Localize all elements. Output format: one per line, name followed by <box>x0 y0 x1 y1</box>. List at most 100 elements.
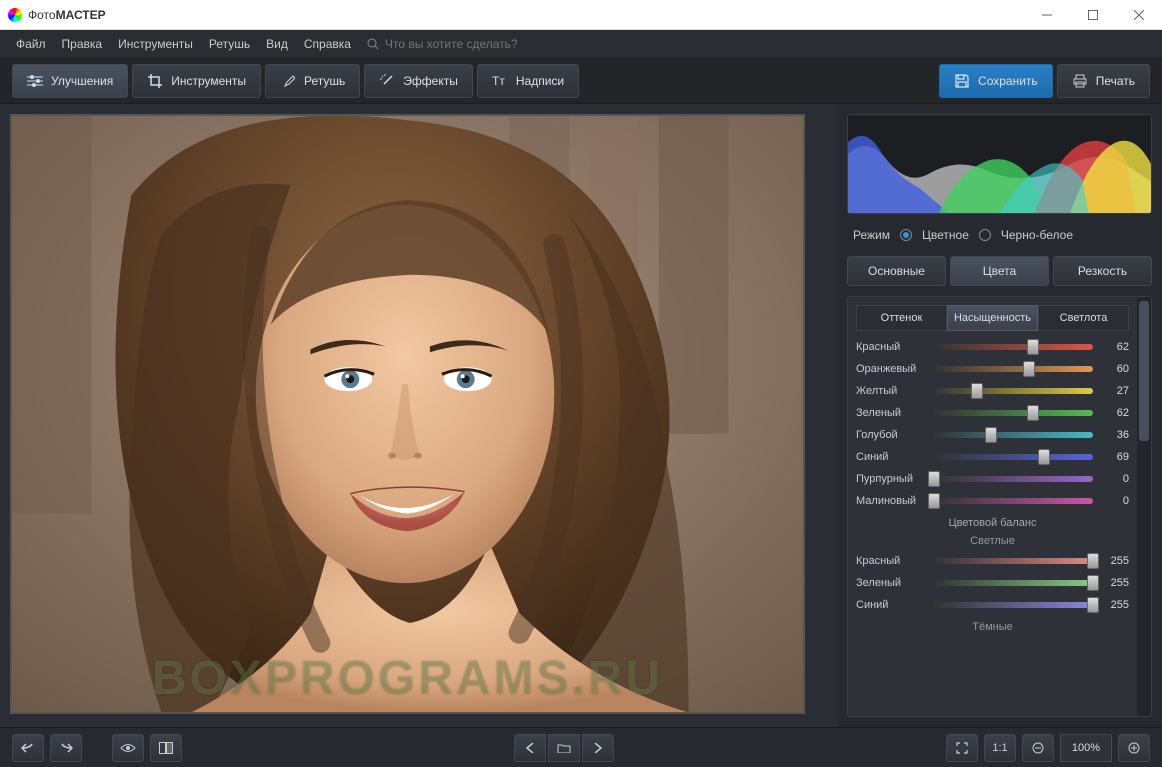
sat-slider-track-4[interactable] <box>934 432 1093 438</box>
tool-tab-4[interactable]: TтНадписи <box>477 64 579 98</box>
balance-header: Цветовой баланс <box>856 517 1129 529</box>
window-title: ФотоМАСТЕР <box>28 8 106 22</box>
prev-file-button[interactable] <box>514 734 546 762</box>
print-button[interactable]: Печать <box>1057 64 1150 98</box>
print-label: Печать <box>1096 74 1135 88</box>
sat-slider-row-0: Красный62 <box>856 341 1129 353</box>
menu-5[interactable]: Справка <box>296 33 359 55</box>
side-tab1-0[interactable]: Основные <box>847 256 946 286</box>
open-file-button[interactable] <box>548 734 580 762</box>
sat-slider-handle-1[interactable] <box>1023 361 1035 377</box>
bal-slider-track-0[interactable] <box>934 558 1093 564</box>
sat-slider-value-7: 0 <box>1101 495 1129 507</box>
sat-slider-handle-0[interactable] <box>1027 339 1039 355</box>
sat-slider-track-0[interactable] <box>934 344 1093 350</box>
tool-tab-2[interactable]: Ретушь <box>265 64 360 98</box>
sat-slider-handle-6[interactable] <box>928 471 940 487</box>
radio-bw-label[interactable]: Черно-белое <box>1001 228 1073 242</box>
sat-slider-value-1: 60 <box>1101 363 1129 375</box>
menu-4[interactable]: Вид <box>258 33 296 55</box>
sat-slider-row-7: Малиновый 0 <box>856 495 1129 507</box>
radio-bw[interactable] <box>979 229 991 241</box>
search-container <box>367 37 565 51</box>
menu-2[interactable]: Инструменты <box>110 33 201 55</box>
sat-slider-row-5: Синий69 <box>856 451 1129 463</box>
preview-toggle-button[interactable] <box>112 734 144 762</box>
sat-slider-label-7: Малиновый <box>856 495 926 507</box>
side-tab2-2[interactable]: Светлота <box>1038 305 1129 331</box>
mode-label: Режим <box>853 228 890 242</box>
close-button[interactable] <box>1116 0 1162 30</box>
sat-slider-track-3[interactable] <box>934 410 1093 416</box>
side-tab1-1[interactable]: Цвета <box>950 256 1049 286</box>
color-panel: ОттенокНасыщенностьСветлота Красный62 Ора… <box>847 296 1152 717</box>
wand-icon <box>379 73 395 89</box>
mode-row: Режим Цветное Черно-белое <box>847 224 1152 246</box>
workspace: BOXPROGRAMS.RU Режим Цветное Черно <box>0 104 1162 727</box>
zoom-in-button[interactable] <box>1118 734 1150 762</box>
window-titlebar: ФотоМАСТЕР <box>0 0 1162 30</box>
fit-screen-button[interactable] <box>946 734 978 762</box>
photo-preview[interactable]: BOXPROGRAMS.RU <box>10 114 805 714</box>
side-tabs-primary: ОсновныеЦветаРезкость <box>847 256 1152 286</box>
brush-icon <box>280 73 296 89</box>
print-icon <box>1072 73 1088 89</box>
maximize-button[interactable] <box>1070 0 1116 30</box>
histogram[interactable] <box>847 114 1152 214</box>
tool-tab-0[interactable]: Улучшения <box>12 64 128 98</box>
balance-dark-label: Тёмные <box>856 621 1129 633</box>
sat-slider-row-2: Желтый27 <box>856 385 1129 397</box>
radio-color-label[interactable]: Цветное <box>922 228 969 242</box>
sat-slider-handle-4[interactable] <box>985 427 997 443</box>
compare-button[interactable] <box>150 734 182 762</box>
sat-slider-track-7[interactable] <box>934 498 1093 504</box>
sat-slider-row-6: Пурпурный0 <box>856 473 1129 485</box>
side-tab2-1[interactable]: Насыщенность <box>947 305 1038 331</box>
sat-slider-value-2: 27 <box>1101 385 1129 397</box>
bal-slider-handle-1[interactable] <box>1087 575 1099 591</box>
main-toolbar: УлучшенияИнструментыРетушьЭффектыTтНадпи… <box>0 58 1162 104</box>
sat-slider-track-6[interactable] <box>934 476 1093 482</box>
side-tabs-secondary: ОттенокНасыщенностьСветлота <box>856 305 1129 331</box>
scrollbar-thumb[interactable] <box>1139 301 1149 441</box>
save-icon <box>954 73 970 89</box>
minimize-button[interactable] <box>1024 0 1070 30</box>
bal-slider-value-1: 255 <box>1101 577 1129 589</box>
save-label: Сохранить <box>978 74 1038 88</box>
sat-slider-label-4: Голубой <box>856 429 926 441</box>
canvas-area: BOXPROGRAMS.RU <box>0 104 837 727</box>
menu-3[interactable]: Ретушь <box>201 33 258 55</box>
side-tab1-2[interactable]: Резкость <box>1053 256 1152 286</box>
radio-color[interactable] <box>900 229 912 241</box>
menu-0[interactable]: Файл <box>8 33 54 55</box>
sat-slider-label-1: Оранжевый <box>856 363 926 375</box>
file-nav-group <box>514 734 614 762</box>
tool-tab-1[interactable]: Инструменты <box>132 64 261 98</box>
sat-slider-handle-7[interactable] <box>928 493 940 509</box>
bal-slider-handle-0[interactable] <box>1087 553 1099 569</box>
zoom-11-button[interactable]: 1:1 <box>984 734 1016 762</box>
side-tab2-0[interactable]: Оттенок <box>856 305 947 331</box>
save-button[interactable]: Сохранить <box>939 64 1053 98</box>
sat-slider-track-1[interactable] <box>934 366 1093 372</box>
bal-slider-handle-2[interactable] <box>1087 597 1099 613</box>
sat-slider-handle-3[interactable] <box>1027 405 1039 421</box>
bal-slider-label-2: Синий <box>856 599 926 611</box>
bal-slider-track-1[interactable] <box>934 580 1093 586</box>
sat-slider-track-5[interactable] <box>934 454 1093 460</box>
search-input[interactable] <box>385 37 565 51</box>
next-file-button[interactable] <box>582 734 614 762</box>
sat-slider-label-5: Синий <box>856 451 926 463</box>
panel-scrollbar[interactable] <box>1137 297 1151 716</box>
menu-1[interactable]: Правка <box>54 33 111 55</box>
sat-slider-track-2[interactable] <box>934 388 1093 394</box>
redo-button[interactable] <box>50 734 82 762</box>
sat-slider-label-6: Пурпурный <box>856 473 926 485</box>
tool-tab-3[interactable]: Эффекты <box>364 64 473 98</box>
bal-slider-track-2[interactable] <box>934 602 1093 608</box>
undo-button[interactable] <box>12 734 44 762</box>
sat-slider-handle-5[interactable] <box>1038 449 1050 465</box>
zoom-out-button[interactable] <box>1022 734 1054 762</box>
sat-slider-handle-2[interactable] <box>971 383 983 399</box>
app-logo-icon <box>8 8 22 22</box>
